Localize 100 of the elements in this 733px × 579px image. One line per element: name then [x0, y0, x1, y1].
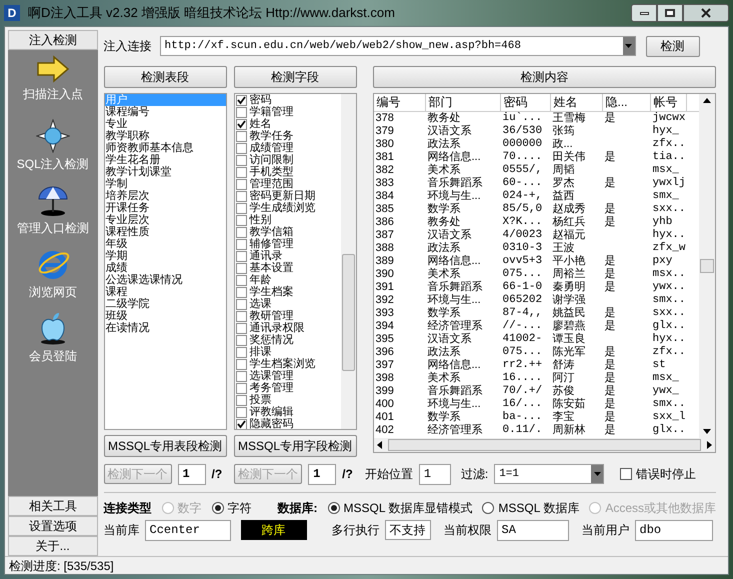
scroll-thumb[interactable] — [700, 259, 714, 273]
checkbox[interactable] — [236, 238, 246, 250]
table-list-item[interactable]: 教学职称 — [104, 130, 226, 142]
checkbox[interactable] — [236, 358, 246, 370]
checkbox[interactable] — [236, 322, 246, 334]
checkbox[interactable] — [236, 274, 246, 286]
checkbox[interactable] — [236, 298, 246, 310]
checkbox[interactable] — [236, 310, 246, 322]
sidebar-button[interactable]: 相关工具 — [8, 496, 98, 516]
table-list-item[interactable]: 班级 — [104, 310, 226, 322]
field-label: 学籍管理 — [250, 106, 294, 118]
dropdown-caret-icon[interactable] — [591, 465, 604, 483]
column-header[interactable]: 姓名 — [550, 94, 602, 111]
radio-button[interactable] — [212, 502, 224, 514]
mssql-fields-button[interactable]: MSSQL专用字段检测 — [234, 435, 356, 457]
column-header[interactable]: 帐号 — [650, 94, 686, 111]
filter-combobox[interactable]: 1=1 — [494, 464, 604, 484]
table-list-item[interactable]: 专业层次 — [104, 214, 226, 226]
checkbox[interactable] — [236, 154, 246, 166]
column-header[interactable]: 编号 — [374, 94, 426, 111]
horizontal-scrollbar[interactable] — [374, 438, 715, 452]
table-list-item[interactable]: 在读情况 — [104, 322, 226, 334]
user-field[interactable]: dbo — [634, 520, 712, 540]
checkbox[interactable] — [236, 178, 246, 190]
privilege-field[interactable]: SA — [496, 520, 568, 540]
column-header[interactable]: 部门 — [426, 94, 500, 111]
field-label: 密码 — [250, 94, 272, 106]
checkbox[interactable] — [236, 190, 246, 202]
scroll-right-icon[interactable] — [705, 441, 713, 449]
column-header[interactable]: 密码 — [500, 94, 550, 111]
sidebar-tab[interactable]: 注入检测 — [8, 30, 98, 50]
cross-db-button[interactable]: 跨库 — [240, 520, 306, 540]
detect-button[interactable]: 检测 — [646, 36, 700, 56]
checkbox[interactable] — [236, 262, 246, 274]
url-combobox[interactable]: http://xf.scun.edu.cn/web/web/web2/show_new.asp?bh=468 — [160, 36, 636, 56]
maximize-icon[interactable] — [657, 4, 683, 22]
radio-button[interactable] — [482, 502, 494, 514]
column-header[interactable]: 隐... — [602, 94, 650, 111]
sidebar-button[interactable]: 关于... — [8, 536, 98, 556]
checkbox[interactable] — [236, 394, 246, 406]
radio-button[interactable] — [328, 502, 340, 514]
table-cell-text: 阿汀 — [552, 372, 576, 385]
table-list-item[interactable]: 二级学院 — [104, 298, 226, 310]
table-list-item[interactable]: 公选课选课情况 — [104, 274, 226, 286]
checkbox[interactable] — [236, 94, 246, 106]
checkbox[interactable] — [236, 166, 246, 178]
window-title: 啊D注入工具 v2.32 增强版 暗组技术论坛 Http://www.darkst.com — [28, 4, 396, 22]
checkbox[interactable] — [236, 286, 246, 298]
current-db-field[interactable]: Ccenter — [144, 520, 230, 540]
checkbox[interactable] — [236, 106, 246, 118]
checkbox[interactable] — [236, 250, 246, 262]
table-cell-text: 是 — [604, 112, 616, 125]
table-list-item[interactable]: 课程性质 — [104, 226, 226, 238]
table-list-item[interactable]: 教学计划课堂 — [104, 166, 226, 178]
sidebar-tool[interactable]: 扫描注入点 — [22, 55, 83, 111]
scroll-left-icon[interactable] — [376, 441, 384, 449]
checkbox[interactable] — [236, 370, 246, 382]
sidebar-tool[interactable]: SQL注入检测 — [16, 119, 89, 175]
checkbox[interactable] — [236, 214, 246, 226]
checkbox[interactable] — [236, 142, 246, 154]
checkbox[interactable] — [236, 334, 246, 346]
minimize-icon[interactable] — [631, 4, 657, 22]
table-cell-text: 张筠 — [552, 125, 576, 138]
table-list-item[interactable]: 开课任务 — [104, 202, 226, 214]
table-cell-text: 是 — [604, 359, 616, 372]
mssql-tables-button[interactable]: MSSQL专用表段检测 — [104, 435, 226, 457]
sidebar-tool[interactable]: 浏览网页 — [28, 247, 77, 303]
table-list-item[interactable]: 课程 — [104, 286, 226, 298]
start-field[interactable]: 1 — [418, 464, 451, 484]
checkbox[interactable] — [236, 346, 246, 358]
table-cell-text: 秦勇明 — [552, 281, 586, 294]
field-label: 通讯录权限 — [250, 322, 304, 334]
table-list-item[interactable]: 学期 — [104, 250, 226, 262]
table-list-item[interactable]: 培养层次 — [104, 190, 226, 202]
checkbox[interactable] — [236, 118, 246, 130]
table-list-item[interactable]: 师资教师基本信息 — [104, 142, 226, 154]
detect-tables-button[interactable]: 检测表段 — [104, 66, 226, 88]
scrollbar[interactable] — [699, 94, 715, 438]
table-list-item[interactable]: 成绩 — [104, 262, 226, 274]
checkbox[interactable] — [236, 406, 246, 418]
table-list-item[interactable]: 年级 — [104, 238, 226, 250]
close-icon[interactable] — [683, 4, 729, 22]
checkbox[interactable] — [236, 382, 246, 394]
table-cell-text: 谢学强 — [552, 294, 586, 307]
checkbox[interactable] — [236, 130, 246, 142]
table-list-item[interactable]: 学生花名册 — [104, 154, 226, 166]
sidebar-button[interactable]: 设置选项 — [8, 516, 98, 536]
dropdown-caret-icon[interactable] — [622, 37, 634, 55]
sidebar-tool[interactable]: 管理入口检测 — [16, 183, 89, 239]
checkbox[interactable] — [236, 226, 246, 238]
sidebar-tool[interactable]: 会员登陆 — [28, 311, 77, 367]
table-list-item[interactable]: 课程编号 — [104, 106, 226, 118]
table-list-item[interactable]: 专业 — [104, 118, 226, 130]
detect-fields-button[interactable]: 检测字段 — [234, 66, 356, 88]
table-list-item[interactable]: 学制 — [104, 178, 226, 190]
checkbox[interactable] — [236, 202, 246, 214]
detect-content-button[interactable]: 检测内容 — [372, 66, 716, 88]
checkbox[interactable] — [236, 418, 246, 429]
checkbox[interactable] — [620, 468, 632, 480]
scrollbar[interactable] — [340, 94, 356, 429]
